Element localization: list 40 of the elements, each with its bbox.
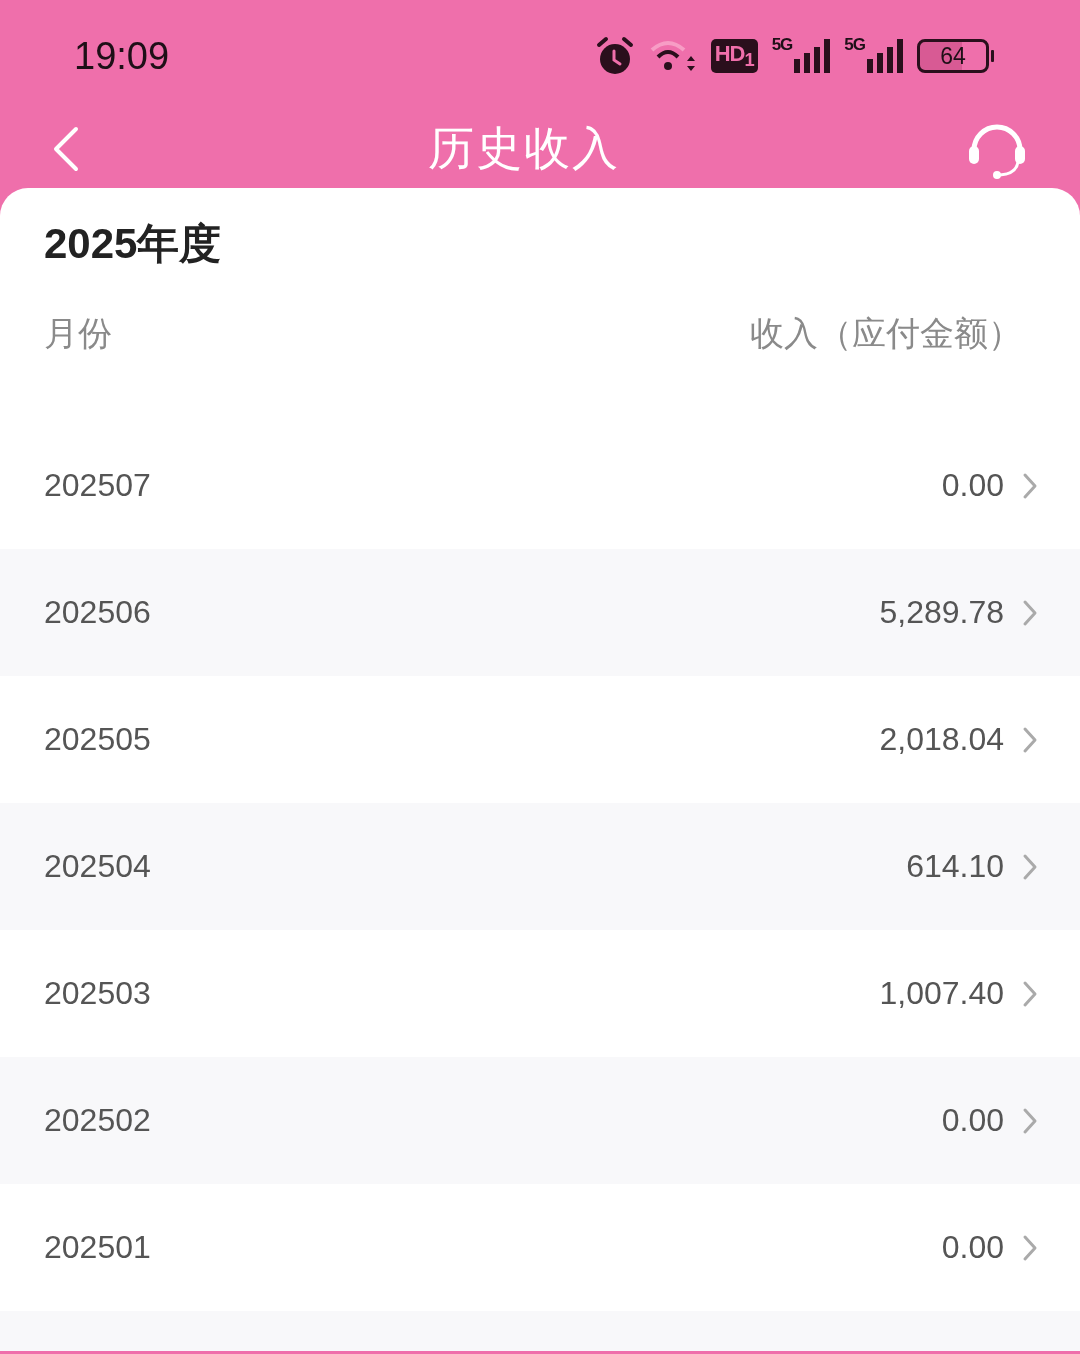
income-row[interactable]: 202503 1,007.40	[0, 930, 1080, 1057]
column-header: 收入（应付金额）	[750, 312, 1022, 355]
chevron-right-icon	[1022, 979, 1038, 1008]
income-row[interactable]: 202502 0.00	[0, 1057, 1080, 1184]
hd-badge: HD$_{1}$	[710, 38, 758, 74]
amount-text: 0.00	[941, 1229, 1004, 1266]
month-text: 202507	[44, 467, 152, 504]
battery-level: 64	[917, 39, 989, 73]
year-title: 2025年度	[43, 219, 223, 269]
month-text: 202502	[44, 1102, 152, 1139]
income-row[interactable]: 202505 2,018.04	[0, 676, 1080, 803]
income-row[interactable]: 202507 0.00	[0, 422, 1080, 549]
chevron-right-icon	[1022, 725, 1038, 754]
month-text: 202504	[44, 848, 152, 885]
month-text: 202503	[44, 975, 152, 1012]
amount-text: 1,007.40	[879, 975, 1004, 1012]
signal-icon	[794, 39, 831, 73]
chevron-right-icon	[1022, 852, 1038, 881]
page-title: 历史收入	[428, 120, 620, 177]
chevron-right-icon	[1022, 598, 1038, 627]
amount-text: 0.00	[941, 1102, 1004, 1139]
signal-icon	[867, 39, 903, 73]
column-header: 月份	[44, 312, 112, 355]
income-row[interactable]: 202506 5,289.78	[0, 549, 1080, 676]
chevron-right-icon	[1022, 471, 1038, 500]
chevron-right-icon	[1022, 1106, 1038, 1135]
income-row[interactable]: 202501 0.00	[0, 1184, 1080, 1311]
month-text: 202501	[44, 1229, 152, 1266]
income-row[interactable]: 202504 614.10	[0, 803, 1080, 930]
network-label: 5G	[771, 35, 793, 55]
amount-text: 0.00	[941, 467, 1004, 504]
clock-time: 19:09	[74, 33, 171, 78]
amount-text: 5,289.78	[879, 594, 1004, 631]
chevron-right-icon	[1022, 1233, 1038, 1262]
amount-text: 614.10	[906, 848, 1004, 885]
amount-text: 2,018.04	[879, 721, 1004, 758]
month-text: 202506	[44, 594, 152, 631]
network-label: 5G	[844, 35, 865, 55]
month-text: 202505	[44, 721, 152, 758]
alarm-clock-icon	[594, 36, 635, 76]
